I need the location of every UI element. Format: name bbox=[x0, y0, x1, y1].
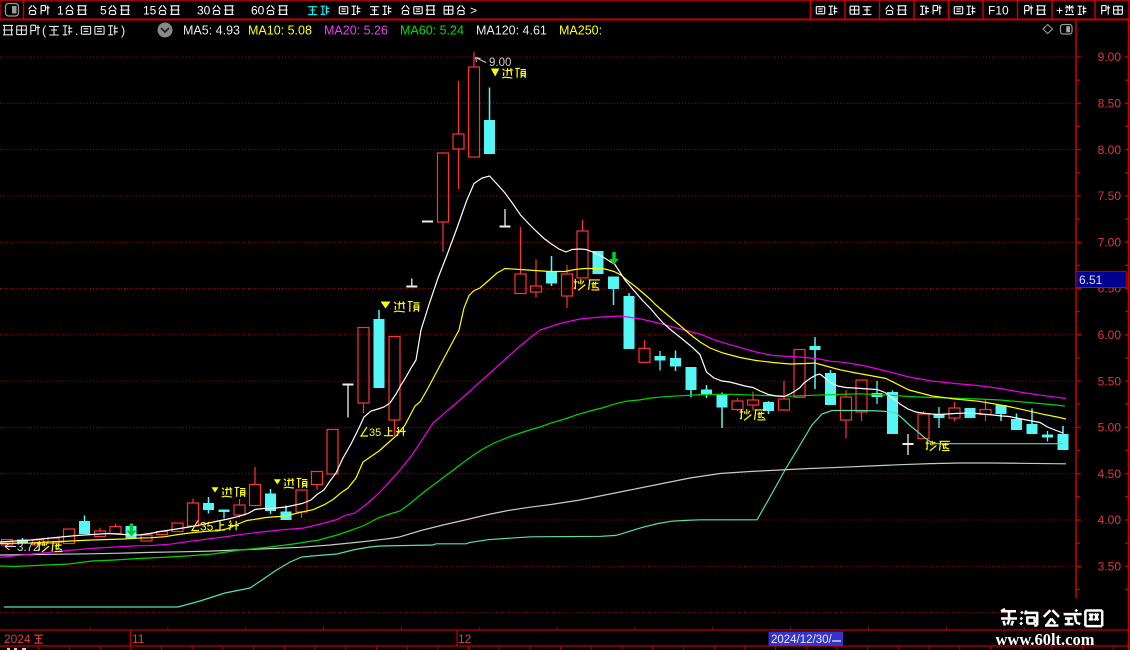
svg-text:9.00: 9.00 bbox=[489, 57, 511, 69]
svg-text:2024/12/30/: 2024/12/30/ bbox=[771, 634, 833, 646]
svg-text:4.50: 4.50 bbox=[1098, 467, 1122, 481]
svg-text:15: 15 bbox=[143, 4, 157, 18]
svg-text:35: 35 bbox=[369, 427, 381, 439]
svg-text:11: 11 bbox=[132, 632, 145, 646]
svg-text:3.72: 3.72 bbox=[17, 542, 39, 554]
svg-text:5: 5 bbox=[100, 4, 107, 18]
svg-text:5.00: 5.00 bbox=[1098, 421, 1122, 435]
svg-text:6.51: 6.51 bbox=[1079, 273, 1103, 287]
svg-text:1: 1 bbox=[57, 4, 64, 18]
svg-text:F10: F10 bbox=[988, 4, 1009, 18]
svg-text:4.00: 4.00 bbox=[1098, 513, 1122, 527]
svg-text:+: + bbox=[1056, 4, 1063, 18]
svg-text:>: > bbox=[470, 4, 477, 18]
svg-text:MA120: 4.61: MA120: 4.61 bbox=[476, 24, 547, 38]
svg-text:MA10: 5.08: MA10: 5.08 bbox=[248, 24, 312, 38]
svg-text:7.50: 7.50 bbox=[1098, 189, 1122, 203]
svg-text:8.00: 8.00 bbox=[1098, 143, 1122, 157]
svg-text:9.00: 9.00 bbox=[1098, 50, 1122, 64]
svg-text:www.60lt.com: www.60lt.com bbox=[996, 630, 1095, 649]
svg-text:3.50: 3.50 bbox=[1098, 560, 1122, 574]
svg-text:.: . bbox=[75, 24, 78, 38]
svg-text:8.50: 8.50 bbox=[1098, 97, 1122, 111]
svg-text:): ) bbox=[121, 24, 125, 38]
svg-text:MA250:: MA250: bbox=[559, 24, 602, 38]
svg-text:30: 30 bbox=[197, 4, 211, 18]
svg-text:2024: 2024 bbox=[4, 632, 31, 646]
svg-text:7.00: 7.00 bbox=[1098, 235, 1122, 249]
svg-text:5.50: 5.50 bbox=[1098, 374, 1122, 388]
svg-text:35: 35 bbox=[200, 520, 214, 534]
svg-text:60: 60 bbox=[251, 4, 265, 18]
svg-text:6.00: 6.00 bbox=[1098, 328, 1122, 342]
svg-text:12: 12 bbox=[458, 632, 472, 646]
svg-text:MA20: 5.26: MA20: 5.26 bbox=[324, 24, 388, 38]
svg-text:MA60: 5.24: MA60: 5.24 bbox=[400, 24, 464, 38]
svg-text:MA5: 4.93: MA5: 4.93 bbox=[183, 24, 240, 38]
